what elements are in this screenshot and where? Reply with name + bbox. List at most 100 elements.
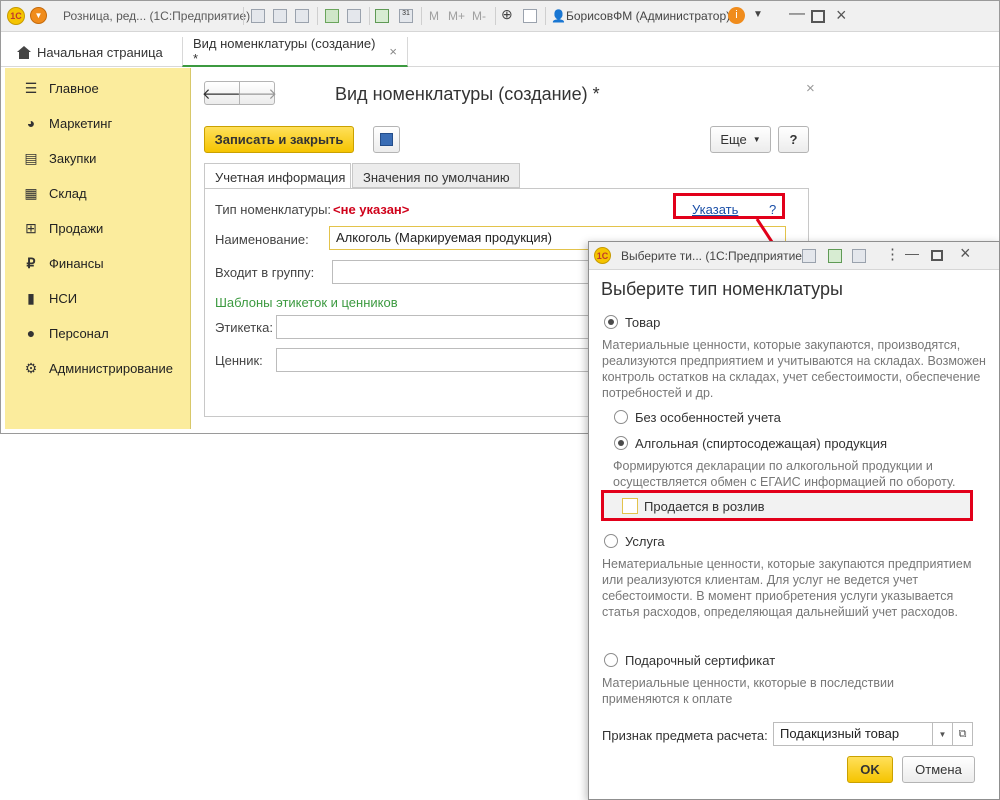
more-button[interactable]: Еще ▼ xyxy=(710,126,771,153)
radio-goods[interactable] xyxy=(604,315,618,329)
sidebar: ☰ Главное ◕ Маркетинг ▤ Закупки ▦ Склад … xyxy=(5,68,191,429)
group-label: Входит в группу: xyxy=(215,265,315,280)
panel-icon[interactable] xyxy=(523,9,537,23)
service-description: Нематериальные ценности, которые закупаю… xyxy=(602,557,972,619)
radio-no-features-label: Без особенностей учета xyxy=(635,410,781,425)
tabs-row: Начальная страница Вид номенклатуры (соз… xyxy=(1,33,999,67)
upload-icon[interactable] xyxy=(325,9,339,23)
info-icon[interactable]: i xyxy=(728,7,745,24)
window-title: Розница, ред... (1С:Предприятие) xyxy=(63,9,251,23)
tab-home-label: Начальная страница xyxy=(37,44,163,60)
maximize-icon[interactable] xyxy=(811,10,825,23)
sidebar-item-admin[interactable]: ⚙ Администрирование xyxy=(5,353,191,383)
highlight-specify-box xyxy=(673,193,785,219)
dialog-titlebar: 1С Выберите ти... (1С:Предприятие) ⋮ — × xyxy=(589,242,999,270)
more-label: Еще xyxy=(720,132,747,147)
subject-dropdown-button[interactable]: ▼ xyxy=(932,722,953,746)
tab-close-icon[interactable]: × xyxy=(389,44,397,59)
group-input[interactable] xyxy=(332,260,590,284)
print-icon[interactable] xyxy=(273,9,287,23)
sidebar-item-label: Главное xyxy=(49,80,99,96)
print-icon[interactable] xyxy=(802,249,816,263)
cart-icon: ▤ xyxy=(24,149,38,166)
minimize-icon[interactable]: — xyxy=(905,245,919,261)
memory-minus-button[interactable]: M- xyxy=(472,9,486,23)
pie-chart-icon: ◕ xyxy=(26,115,36,131)
zoom-icon[interactable]: ⊕ xyxy=(501,6,513,23)
sidebar-item-finance[interactable]: ₽ Финансы xyxy=(5,248,191,278)
tab-defaults[interactable]: Значения по умолчанию xyxy=(352,163,520,188)
save-icon[interactable] xyxy=(251,9,265,23)
sidebar-item-label: НСИ xyxy=(49,290,78,306)
main-titlebar: 1С ▼ Розница, ред... (1С:Предприятие) 31… xyxy=(1,1,999,32)
dialog-window-title: Выберите ти... (1С:Предприятие) xyxy=(621,249,806,263)
app-logo-icon: 1С xyxy=(594,247,611,264)
tab-home[interactable]: Начальная страница xyxy=(7,37,173,67)
cancel-button[interactable]: Отмена xyxy=(902,756,975,783)
preview-icon[interactable] xyxy=(295,9,309,23)
sidebar-item-nsi[interactable]: ▮ НСИ xyxy=(5,283,191,313)
help-button[interactable]: ? xyxy=(778,126,809,153)
sidebar-item-sales[interactable]: ⊞ Продажи xyxy=(5,213,191,243)
calendar-icon[interactable]: 31 xyxy=(399,9,413,23)
basket-icon: ⊞ xyxy=(25,219,37,236)
memory-m-button[interactable]: M xyxy=(429,9,439,23)
highlight-draft-box xyxy=(601,490,973,521)
sidebar-item-label: Склад xyxy=(49,185,87,201)
label-field-label: Этикетка: xyxy=(215,320,273,335)
subject-select[interactable]: Подакцизный товар xyxy=(773,722,933,746)
sidebar-item-purchases[interactable]: ▤ Закупки xyxy=(5,143,191,173)
ruble-icon: ₽ xyxy=(26,254,36,271)
sidebar-item-personnel[interactable]: ● Персонал xyxy=(5,318,191,348)
ok-button[interactable]: OK xyxy=(847,756,893,783)
back-button[interactable]: 🡐 xyxy=(202,81,242,105)
label-input[interactable] xyxy=(276,315,590,339)
radio-no-features[interactable] xyxy=(614,410,628,424)
sidebar-item-main[interactable]: ☰ Главное xyxy=(5,73,191,103)
save-button[interactable] xyxy=(373,126,400,153)
calculator-icon[interactable] xyxy=(375,9,389,23)
chevron-down-icon[interactable]: ▼ xyxy=(753,9,763,20)
minimize-icon[interactable]: — xyxy=(789,5,805,23)
radio-gift-certificate-label: Подарочный сертификат xyxy=(625,653,776,668)
calendar-icon[interactable] xyxy=(852,249,866,263)
form-close-icon[interactable]: × xyxy=(806,80,815,97)
floppy-icon xyxy=(380,133,393,146)
radio-service-label: Услуга xyxy=(625,534,665,549)
menu-lines-icon: ☰ xyxy=(24,79,38,96)
warehouse-icon: ▦ xyxy=(24,184,38,201)
maximize-icon[interactable] xyxy=(931,250,943,261)
name-label: Наименование: xyxy=(215,232,309,247)
gift-description: Материальные ценности, ккоторые в послед… xyxy=(602,676,894,706)
price-tag-input[interactable] xyxy=(276,348,590,372)
radio-alcohol[interactable] xyxy=(614,436,628,450)
sidebar-item-label: Финансы xyxy=(49,255,104,271)
sidebar-item-label: Персонал xyxy=(49,325,109,341)
radio-service[interactable] xyxy=(604,534,618,548)
user-name[interactable]: БорисовФМ (Администратор) xyxy=(566,9,730,23)
dialog-heading: Выберите тип номенклатуры xyxy=(601,279,843,299)
subject-open-button[interactable]: ⧉ xyxy=(952,722,973,746)
sidebar-item-marketing[interactable]: ◕ Маркетинг xyxy=(5,108,191,138)
link-icon[interactable] xyxy=(347,9,361,23)
sidebar-item-warehouse[interactable]: ▦ Склад xyxy=(5,178,191,208)
sidebar-item-label: Продажи xyxy=(49,220,104,236)
radio-alcohol-label: Алгольная (спиртосодежащая) продукция xyxy=(635,436,888,451)
sidebar-item-label: Закупки xyxy=(49,150,97,166)
memory-plus-button[interactable]: M+ xyxy=(448,9,465,23)
close-icon[interactable]: × xyxy=(836,5,847,26)
main-menu-button[interactable]: ▼ xyxy=(30,7,47,24)
alcohol-description: Формируются декларации по алкогольной пр… xyxy=(613,459,956,489)
tab-document[interactable]: Вид номенклатуры (создание) * × xyxy=(182,36,408,67)
calculator-icon[interactable] xyxy=(828,249,842,263)
options-icon[interactable]: ⋮ xyxy=(885,245,900,263)
price-tag-label: Ценник: xyxy=(215,353,263,368)
radio-gift-certificate[interactable] xyxy=(604,653,618,667)
close-icon[interactable]: × xyxy=(960,243,971,264)
type-value: <не указан> xyxy=(333,202,410,217)
type-label: Тип номенклатуры: xyxy=(215,202,332,217)
forward-button[interactable]: 🡒 xyxy=(237,81,277,105)
save-and-close-button[interactable]: Записать и закрыть xyxy=(204,126,354,153)
tab-account-info[interactable]: Учетная информация xyxy=(204,163,351,189)
app-logo-icon: 1С xyxy=(7,7,25,25)
